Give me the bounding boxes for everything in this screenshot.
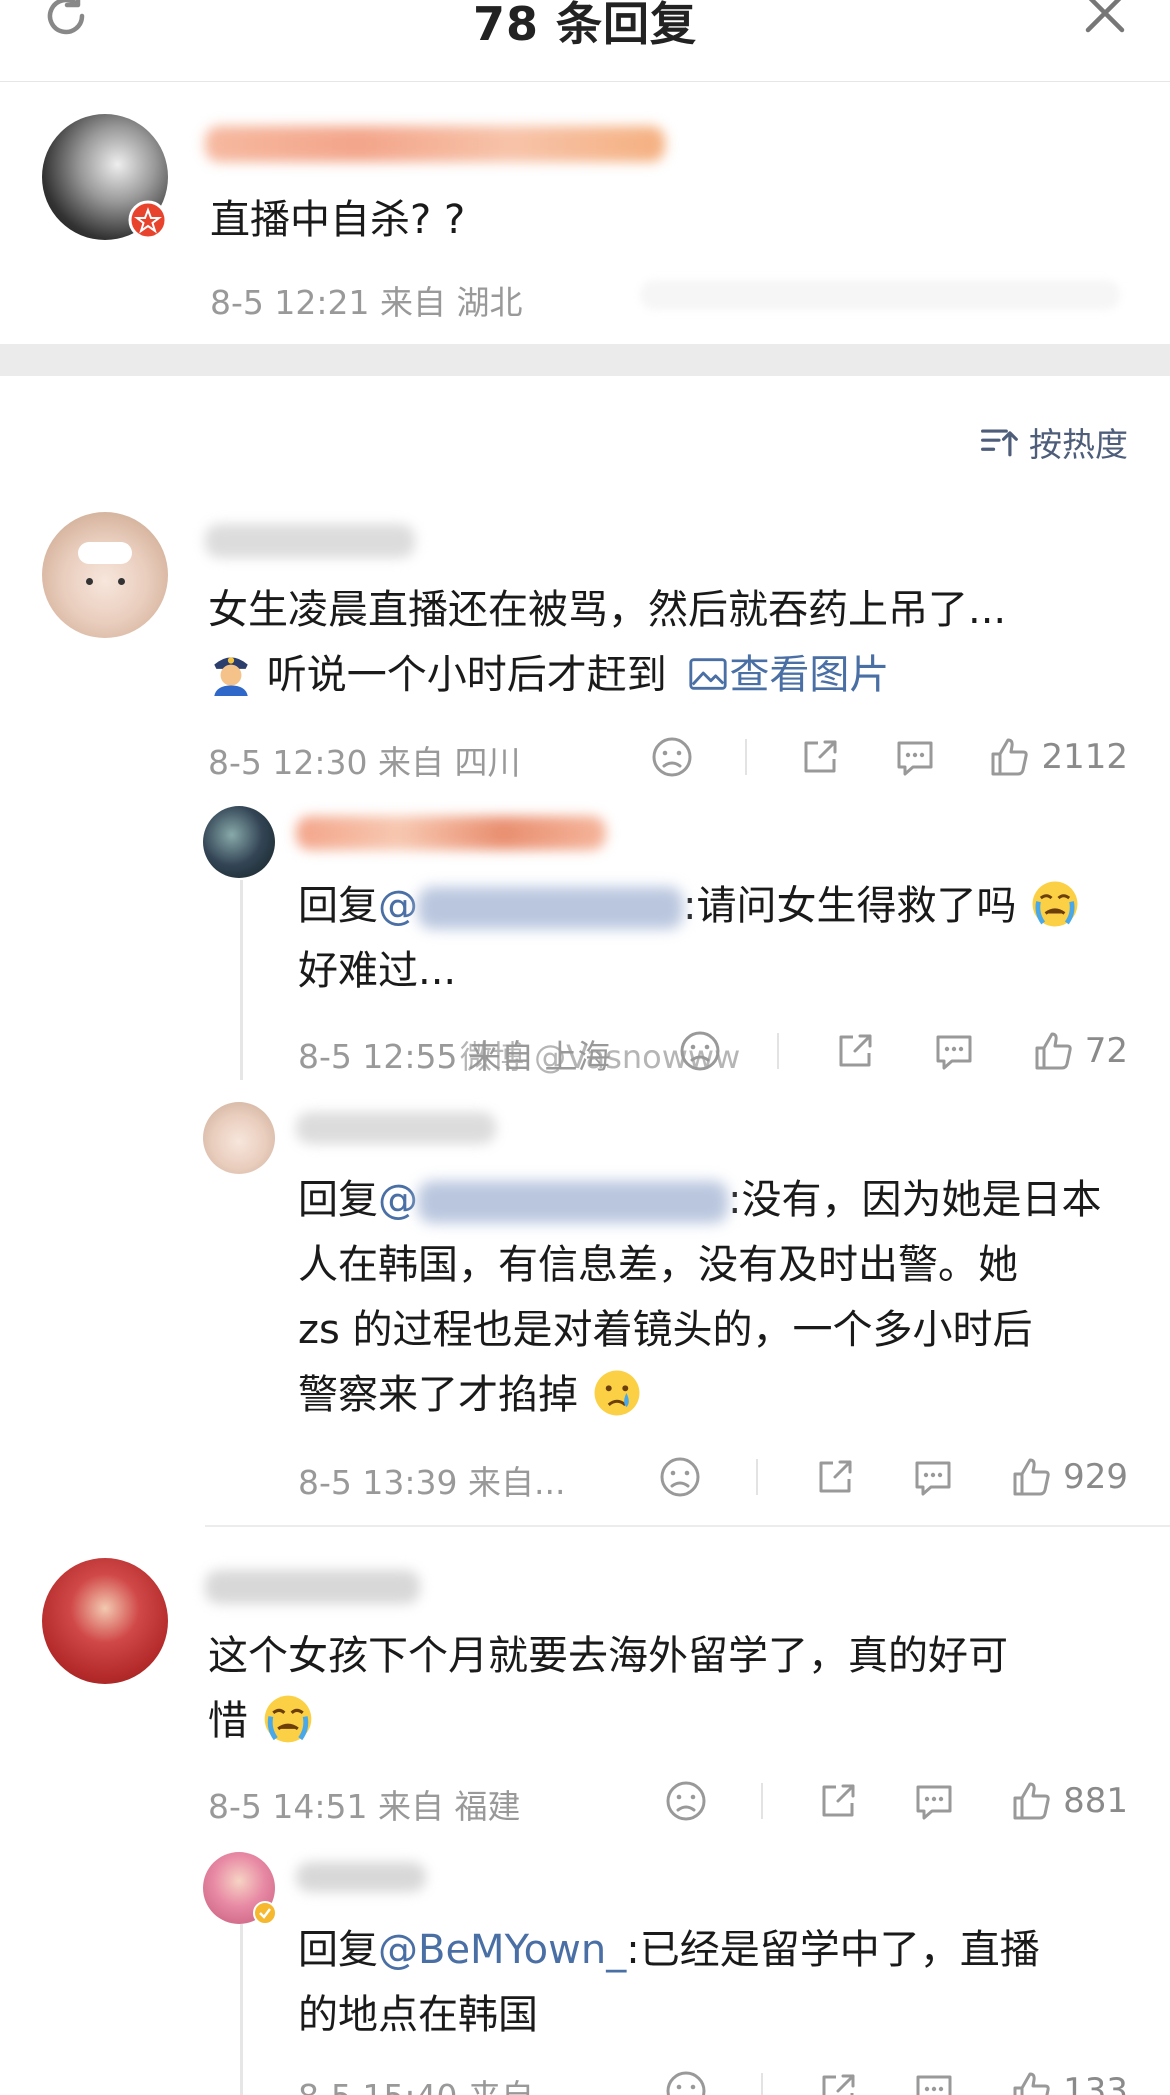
username-blurred[interactable] [296,1112,496,1144]
share-icon[interactable] [816,1779,860,1823]
like-button[interactable]: 2112 [987,735,1128,779]
mention-link[interactable]: @ [378,883,683,929]
reply-text: 回复@BeMYown_:已经是留学中了，直播 的地点在韩国 [298,1927,1040,2038]
action-separator [776,1033,779,1069]
like-button[interactable]: 133 [1009,2069,1128,2095]
thumbs-up-icon [991,738,1029,776]
avatar[interactable] [42,512,168,638]
avatar[interactable] [203,1102,275,1174]
verified-badge-icon [253,1901,277,1925]
share-icon[interactable] [833,1029,877,1073]
crying-face-emoji-icon [1032,881,1078,927]
header-bar: 78 条回复 [0,0,1170,82]
action-separator [760,2073,763,2095]
username-blurred[interactable] [205,524,415,558]
dislike-face-icon[interactable] [658,1455,702,1499]
crying-face-emoji-icon [594,1370,640,1416]
action-separator [744,739,747,775]
police-officer-emoji-icon [214,657,248,696]
like-button[interactable]: 929 [1009,1455,1128,1499]
meta-blurred [640,280,1120,310]
reply-text: 回复@:请问女生得救了吗 好难过... [298,874,1128,1004]
thread-line [240,1924,243,2095]
comment-icon[interactable] [912,1779,956,1823]
reply-actions: 133 [664,2066,1128,2095]
like-button[interactable]: 881 [1009,1779,1128,1823]
section-divider [0,344,1170,376]
comment-meta: 8-5 12:30 来自 四川 [208,743,521,782]
comment-icon[interactable] [911,1455,955,1499]
root-post: 直播中自杀? ? 8-5 12:21 来自 湖北 [0,82,1170,344]
share-icon[interactable] [813,1455,857,1499]
share-icon[interactable] [798,735,842,779]
comment-icon[interactable] [912,2069,956,2095]
comment-meta: 8-5 14:51 来自 福建 [208,1787,521,1826]
like-button[interactable]: 72 [1031,1029,1128,1073]
root-post-meta: 8-5 12:21 来自 湖北 [210,283,523,322]
thumbs-up-icon [1013,1458,1050,1496]
thread-line [240,880,243,1080]
reply-actions: 72 [678,1026,1128,1076]
like-count: 881 [1063,1781,1128,1821]
verified-badge-icon [128,200,168,240]
reply-actions: 929 [658,1452,1128,1502]
comment-icon[interactable] [932,1029,976,1073]
thumbs-up-icon [1013,2072,1050,2095]
like-count: 929 [1063,1457,1128,1497]
mention-link[interactable]: @ [378,1177,728,1223]
avatar[interactable] [42,1558,168,1684]
share-icon[interactable] [816,2069,860,2095]
close-icon[interactable] [1080,0,1130,38]
comment-icon[interactable] [893,735,937,779]
sort-label: 按热度 [1029,425,1128,464]
like-count: 2112 [1041,737,1128,777]
thumbs-up-icon [1013,1782,1050,1820]
username-blurred[interactable] [205,126,665,162]
image-icon [689,658,728,690]
crying-face-emoji-icon [264,1695,312,1743]
mention-blurred [418,887,683,929]
comment-actions: 881 [664,1776,1128,1826]
dislike-face-icon[interactable] [650,735,694,779]
username-blurred[interactable] [296,1862,426,1892]
watermark: 微博 @Vasnowww [460,1038,741,1076]
sort-icon [981,429,1018,457]
reply-meta: 8-5 13:39 来自... [298,1463,566,1502]
reply-text: 回复@:没有，因为她是日本 人在韩国，有信息差，没有及时出警。她 zs 的过程也… [298,1177,1102,1418]
dislike-face-icon[interactable] [664,2069,708,2095]
reply-meta: 8-5 15:40 来自 [298,2070,534,2095]
like-count: 133 [1063,2071,1128,2095]
thumbs-up-icon [1035,1032,1072,1070]
action-separator [760,1783,763,1819]
comment-separator [205,1525,1170,1527]
mention-link[interactable]: @BeMYown_ [378,1927,626,1973]
like-count: 72 [1084,1031,1128,1071]
mention-blurred [418,1181,728,1223]
dislike-face-icon[interactable] [664,1779,708,1823]
view-image-link[interactable]: 查看图片 [687,652,889,698]
sort-button[interactable]: 按热度 [979,418,1128,466]
avatar[interactable] [203,806,275,878]
username-blurred[interactable] [205,1570,420,1604]
root-post-text: 直播中自杀? ? [210,197,466,243]
comment-text: 这个女孩下个月就要去海外留学了，真的好可 惜 [208,1633,1008,1744]
comment-text: 女生凌晨直播还在被骂，然后就吞药上吊了... 听说一个小时后才赶到 查看图片 [208,587,1007,698]
username-blurred[interactable] [296,816,606,850]
comment-actions: 2112 [650,732,1128,782]
page-title: 78 条回复 [472,0,698,51]
action-separator [756,1459,759,1495]
